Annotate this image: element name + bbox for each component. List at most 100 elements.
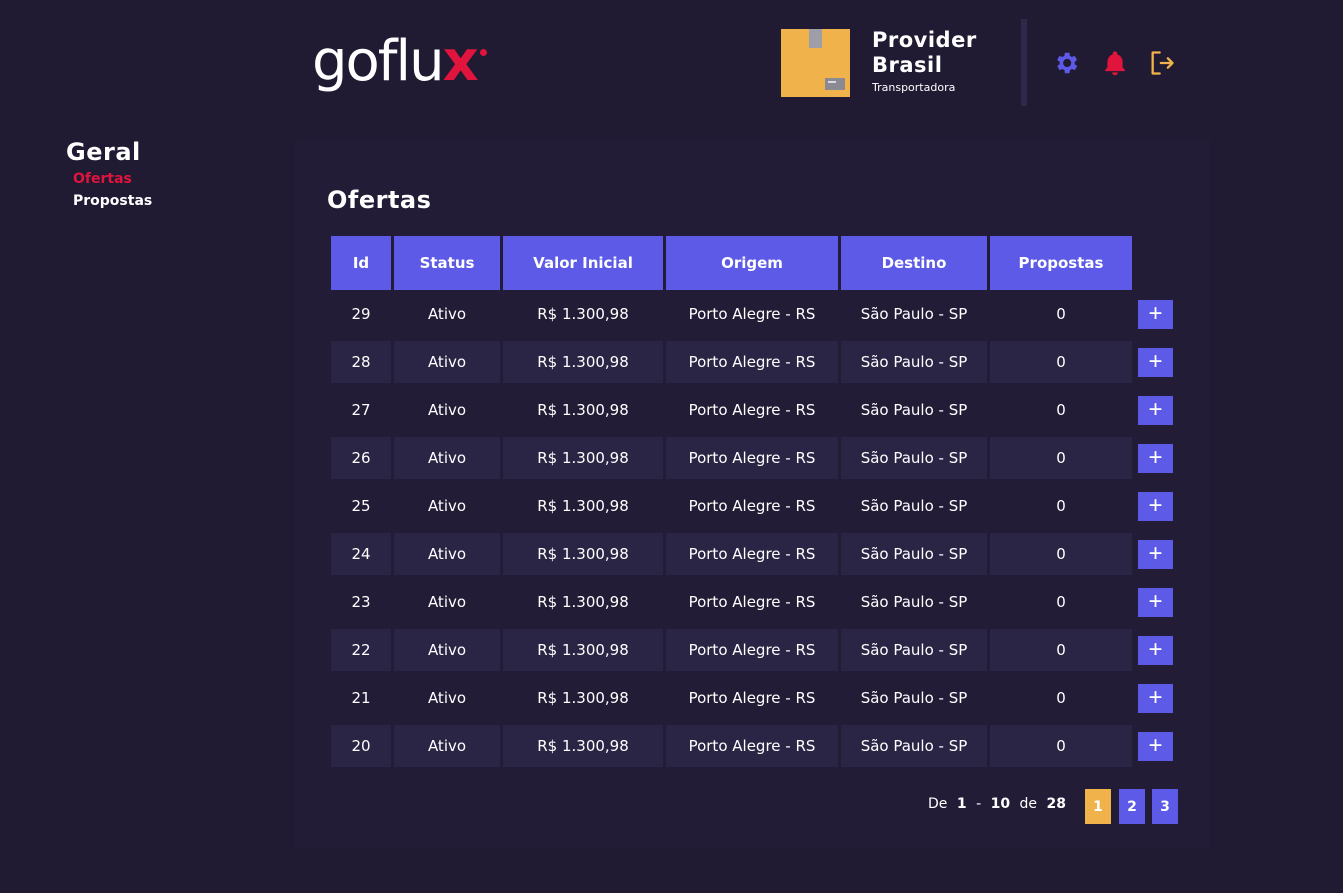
sidebar-title: Geral (66, 138, 141, 166)
add-proposal-button[interactable]: + (1138, 443, 1173, 473)
cell-status: Ativo (394, 722, 500, 770)
logout-icon[interactable] (1148, 49, 1176, 77)
cell-valor: R$ 1.300,98 (503, 386, 663, 434)
page-button-1[interactable]: 1 (1085, 789, 1111, 824)
cell-destino: São Paulo - SP (841, 626, 987, 674)
logo-accent: x (442, 29, 479, 94)
table-header-row: Id Status Valor Inicial Origem Destino P… (331, 236, 1175, 290)
cell-valor: R$ 1.300,98 (503, 626, 663, 674)
cell-destino: São Paulo - SP (841, 674, 987, 722)
provider-name-line2: Brasil (872, 53, 943, 77)
cell-origem: Porto Alegre - RS (666, 674, 838, 722)
page-title: Ofertas (327, 186, 432, 214)
cell-id: 25 (331, 482, 391, 530)
cell-valor: R$ 1.300,98 (503, 578, 663, 626)
cell-id: 23 (331, 578, 391, 626)
cell-origem: Porto Alegre - RS (666, 290, 838, 338)
cell-id: 28 (331, 338, 391, 386)
cell-origem: Porto Alegre - RS (666, 338, 838, 386)
goflux-logo[interactable]: goflux (312, 30, 487, 94)
add-proposal-button[interactable]: + (1138, 539, 1173, 569)
pagination-info: De 1 - 10 de 28 (928, 796, 1071, 812)
cell-status: Ativo (394, 434, 500, 482)
cell-propostas: 0 (990, 290, 1132, 338)
pagination-dash: - (976, 796, 982, 812)
pagination-of: de (1019, 796, 1038, 812)
avatar-box-tape (809, 29, 822, 48)
cell-status: Ativo (394, 626, 500, 674)
column-header-origem: Origem (666, 236, 838, 290)
cell-destino: São Paulo - SP (841, 482, 987, 530)
table-row: 22 Ativo R$ 1.300,98 Porto Alegre - RS S… (331, 626, 1175, 674)
cell-status: Ativo (394, 482, 500, 530)
cell-valor: R$ 1.300,98 (503, 482, 663, 530)
table-row: 27 Ativo R$ 1.300,98 Porto Alegre - RS S… (331, 386, 1175, 434)
sidebar-item-propostas[interactable]: Propostas (73, 190, 152, 212)
cell-propostas: 0 (990, 338, 1132, 386)
cell-origem: Porto Alegre - RS (666, 482, 838, 530)
gear-icon[interactable] (1052, 49, 1080, 77)
cell-id: 26 (331, 434, 391, 482)
cell-destino: São Paulo - SP (841, 722, 987, 770)
offers-table: Id Status Valor Inicial Origem Destino P… (328, 236, 1178, 770)
cell-propostas: 0 (990, 530, 1132, 578)
cell-destino: São Paulo - SP (841, 530, 987, 578)
cell-origem: Porto Alegre - RS (666, 626, 838, 674)
cell-propostas: 0 (990, 482, 1132, 530)
pagination-from: 1 (956, 796, 967, 812)
add-proposal-button[interactable]: + (1138, 299, 1173, 329)
sidebar: Geral Ofertas Propostas (66, 138, 152, 212)
cell-id: 24 (331, 530, 391, 578)
cell-valor: R$ 1.300,98 (503, 530, 663, 578)
cell-status: Ativo (394, 386, 500, 434)
column-header-propostas: Propostas (990, 236, 1132, 290)
cell-status: Ativo (394, 290, 500, 338)
table-row: 29 Ativo R$ 1.300,98 Porto Alegre - RS S… (331, 290, 1175, 338)
cell-id: 22 (331, 626, 391, 674)
column-header-valor-inicial: Valor Inicial (503, 236, 663, 290)
provider-avatar (781, 29, 850, 97)
cell-propostas: 0 (990, 626, 1132, 674)
add-proposal-button[interactable]: + (1138, 683, 1173, 713)
add-proposal-button[interactable]: + (1138, 635, 1173, 665)
cell-origem: Porto Alegre - RS (666, 434, 838, 482)
bell-icon[interactable] (1101, 49, 1129, 77)
cell-id: 29 (331, 290, 391, 338)
cell-propostas: 0 (990, 386, 1132, 434)
cell-origem: Porto Alegre - RS (666, 578, 838, 626)
cell-status: Ativo (394, 338, 500, 386)
add-proposal-button[interactable]: + (1138, 491, 1173, 521)
add-proposal-button[interactable]: + (1138, 347, 1173, 377)
page-button-3[interactable]: 3 (1152, 789, 1178, 824)
add-proposal-button[interactable]: + (1138, 395, 1173, 425)
cell-valor: R$ 1.300,98 (503, 290, 663, 338)
cell-valor: R$ 1.300,98 (503, 338, 663, 386)
cell-id: 20 (331, 722, 391, 770)
column-header-status: Status (394, 236, 500, 290)
logo-dot (479, 48, 487, 56)
provider-type: Transportadora (872, 81, 956, 94)
cell-status: Ativo (394, 674, 500, 722)
cell-status: Ativo (394, 578, 500, 626)
sidebar-item-ofertas[interactable]: Ofertas (73, 168, 152, 190)
page-button-2[interactable]: 2 (1119, 789, 1145, 824)
cell-status: Ativo (394, 530, 500, 578)
add-proposal-button[interactable]: + (1138, 731, 1173, 761)
cell-destino: São Paulo - SP (841, 290, 987, 338)
cell-id: 21 (331, 674, 391, 722)
cell-propostas: 0 (990, 578, 1132, 626)
column-header-id: Id (331, 236, 391, 290)
avatar-box-label (825, 78, 845, 90)
cell-origem: Porto Alegre - RS (666, 386, 838, 434)
cell-destino: São Paulo - SP (841, 338, 987, 386)
add-proposal-button[interactable]: + (1138, 587, 1173, 617)
pagination-to: 10 (990, 796, 1011, 812)
cell-origem: Porto Alegre - RS (666, 722, 838, 770)
cell-destino: São Paulo - SP (841, 578, 987, 626)
main-panel: Ofertas Id Status Valor Inicial Origem D… (295, 140, 1210, 848)
pagination-prefix: De (928, 796, 948, 812)
table-row: 26 Ativo R$ 1.300,98 Porto Alegre - RS S… (331, 434, 1175, 482)
pagination-total: 28 (1046, 796, 1066, 812)
column-header-destino: Destino (841, 236, 987, 290)
cell-valor: R$ 1.300,98 (503, 674, 663, 722)
